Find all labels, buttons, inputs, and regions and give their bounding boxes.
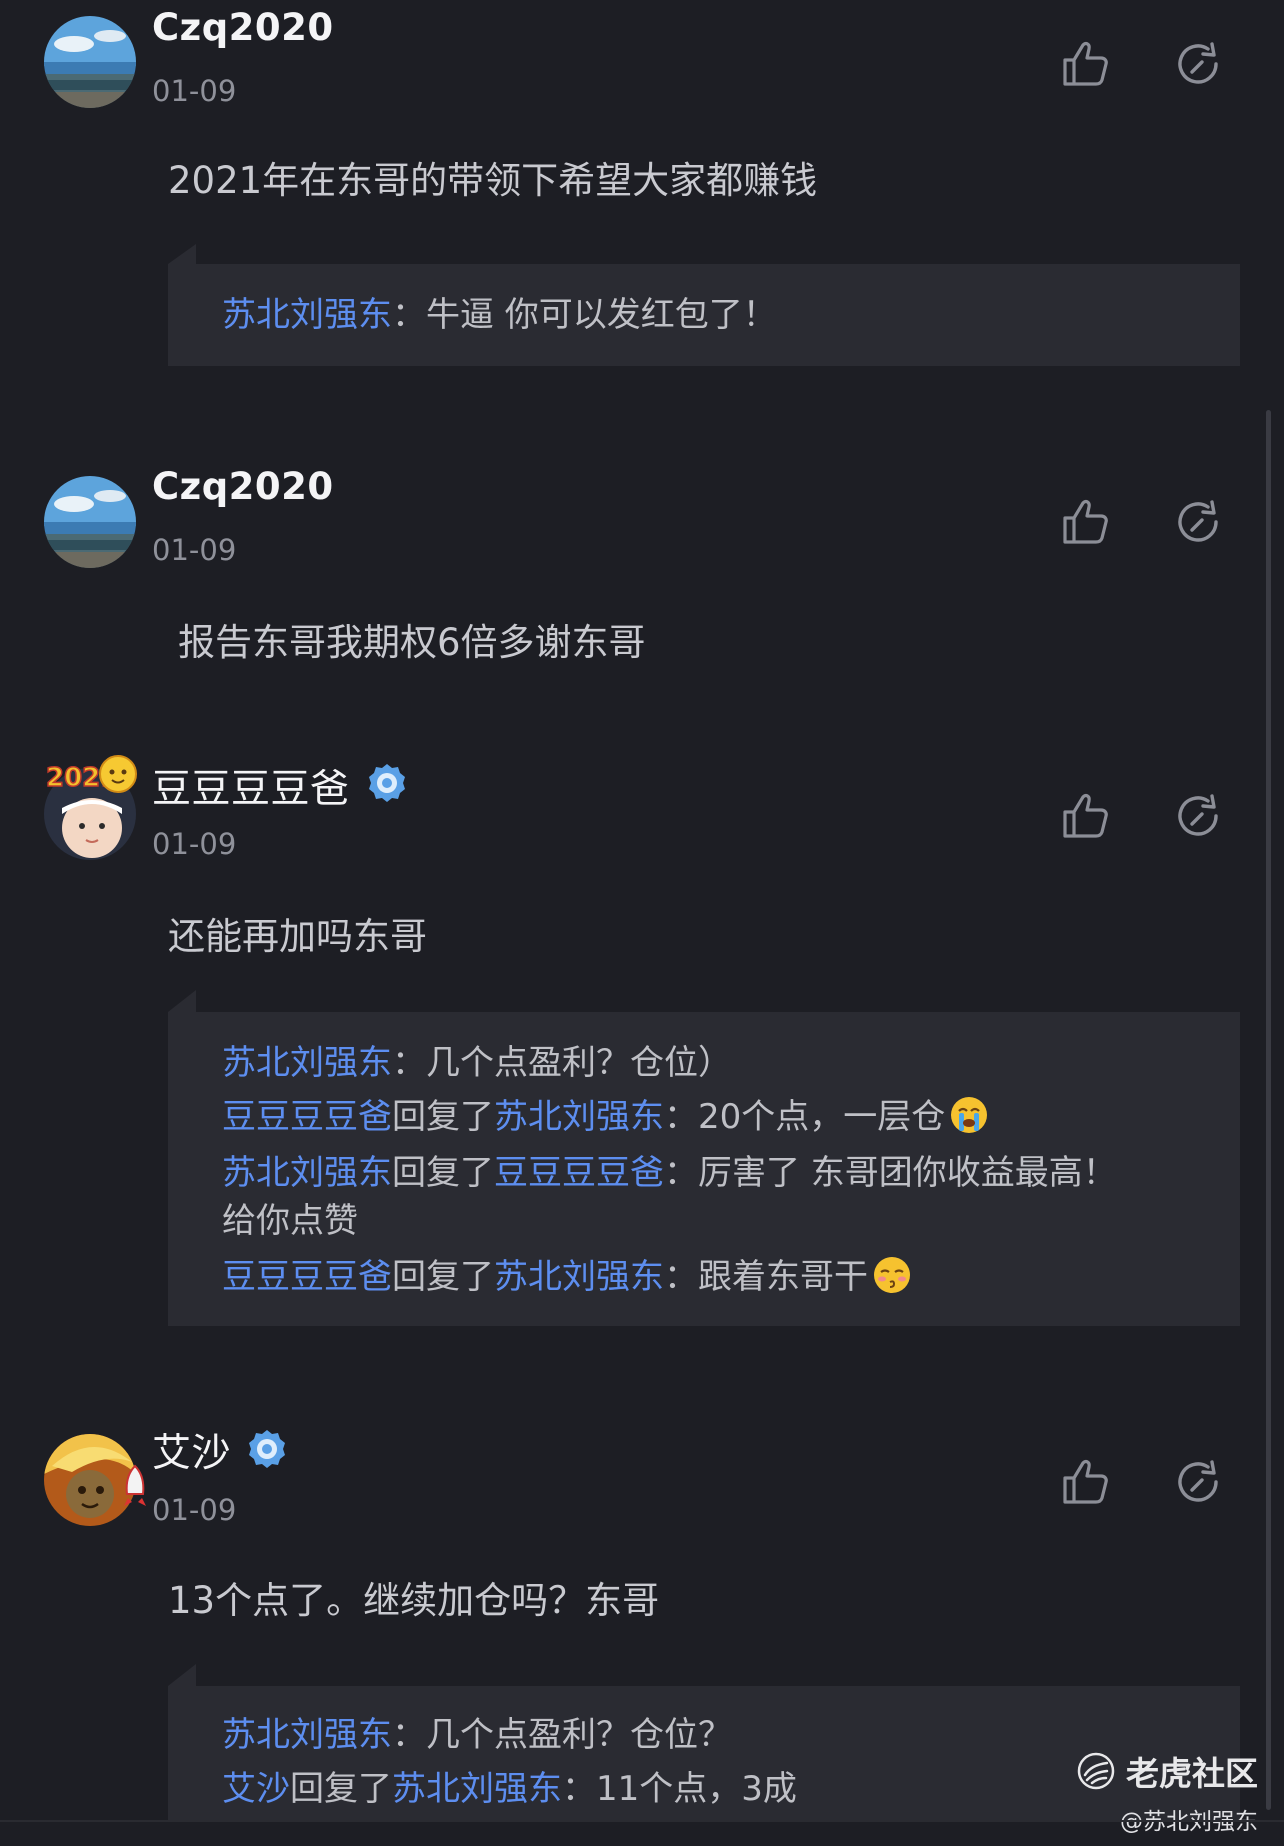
reply-line: 豆豆豆豆爸回复了苏北刘强东：20个点，一层仓 xyxy=(222,1094,989,1140)
username[interactable]: Czq2020 xyxy=(152,465,334,508)
user-avatar[interactable] xyxy=(44,476,136,568)
kissing-emoji-icon xyxy=(874,1257,910,1293)
2021-decoration-icon: 2021 xyxy=(45,755,137,794)
share-icon[interactable] xyxy=(1172,496,1224,548)
reply-line: 艾沙回复了苏北刘强东：11个点，3成 xyxy=(222,1766,797,1812)
reply-line-continuation: 给你点赞 xyxy=(222,1198,358,1244)
reply-line: 苏北刘强东回复了豆豆豆豆爸：厉害了 东哥团你收益最高！ xyxy=(222,1150,1117,1196)
thumbs-up-icon[interactable] xyxy=(1058,790,1110,842)
reply-target-link[interactable]: 豆豆豆豆爸 xyxy=(494,1153,664,1193)
username[interactable]: Czq2020 xyxy=(152,6,334,49)
thumbs-up-icon[interactable] xyxy=(1058,38,1110,90)
reply-line: 苏北刘强东：牛逼 你可以发红包了！ xyxy=(222,292,777,338)
thumbs-up-icon[interactable] xyxy=(1058,496,1110,548)
share-icon[interactable] xyxy=(1172,1456,1224,1508)
comment-date: 01-09 xyxy=(152,533,237,567)
reply-joiner: 回复了 xyxy=(392,1153,494,1193)
comment-text: 报告东哥我期权6倍多谢东哥 xyxy=(178,621,646,664)
reply-separator: ： xyxy=(664,1153,698,1193)
comment-text: 2021年在东哥的带领下希望大家都赚钱 xyxy=(168,159,818,202)
reply-text: 厉害了 东哥团你收益最高！ xyxy=(698,1153,1117,1193)
reply-text: 11个点，3成 xyxy=(596,1769,797,1809)
reply-author-link[interactable]: 苏北刘强东 xyxy=(222,1043,392,1083)
reply-author-link[interactable]: 苏北刘强东 xyxy=(222,295,392,335)
comment-date: 01-09 xyxy=(152,1493,237,1527)
reply-notch xyxy=(168,1664,196,1686)
reply-text: 20个点，一层仓 xyxy=(698,1097,946,1137)
reply-target-link[interactable]: 苏北刘强东 xyxy=(494,1257,664,1297)
reply-text: 几个点盈利？仓位） xyxy=(426,1043,732,1083)
reply-author-link[interactable]: 苏北刘强东 xyxy=(222,1153,392,1193)
reply-separator: ： xyxy=(392,1715,426,1755)
verified-badge-icon xyxy=(249,1430,285,1468)
reply-notch xyxy=(168,990,196,1012)
reply-author-link[interactable]: 艾沙 xyxy=(222,1769,290,1809)
reply-line: 苏北刘强东：几个点盈利？仓位？ xyxy=(222,1712,732,1758)
thumbs-up-icon[interactable] xyxy=(1058,1456,1110,1508)
crying-emoji-icon xyxy=(951,1097,988,1133)
username[interactable]: 豆豆豆豆爸 xyxy=(152,758,350,814)
watermark: 老虎社区 xyxy=(1076,1748,1258,1794)
share-icon[interactable] xyxy=(1172,38,1224,90)
comment-text: 还能再加吗东哥 xyxy=(168,915,427,958)
reply-joiner: 回复了 xyxy=(290,1769,392,1809)
reply-separator: ： xyxy=(664,1097,698,1137)
comment-date: 01-09 xyxy=(152,74,237,108)
comment-text: 13个点了。继续加仓吗？东哥 xyxy=(168,1579,660,1622)
reply-separator: ： xyxy=(392,1043,426,1083)
share-icon[interactable] xyxy=(1172,790,1224,842)
user-avatar[interactable] xyxy=(44,16,136,108)
reply-joiner: 回复了 xyxy=(392,1097,494,1137)
reply-author-link[interactable]: 豆豆豆豆爸 xyxy=(222,1097,392,1137)
reply-separator: ： xyxy=(392,295,426,335)
reply-text: 牛逼 你可以发红包了！ xyxy=(426,295,777,335)
watermark-brand: 老虎社区 xyxy=(1126,1754,1258,1793)
watermark-user: @苏北刘强东 xyxy=(1120,1809,1258,1835)
reply-target-link[interactable]: 苏北刘强东 xyxy=(392,1769,562,1809)
reply-separator: ： xyxy=(562,1769,596,1809)
reply-joiner: 回复了 xyxy=(392,1257,494,1297)
reply-separator: ： xyxy=(664,1257,698,1297)
tiger-logo-icon xyxy=(1077,1752,1115,1790)
reply-notch xyxy=(168,244,196,264)
reply-line: 苏北刘强东：几个点盈利？仓位） xyxy=(222,1040,732,1086)
reply-target-link[interactable]: 苏北刘强东 xyxy=(494,1097,664,1137)
verified-badge-icon xyxy=(369,764,405,802)
divider xyxy=(0,1820,1284,1822)
reply-text: 给你点赞 xyxy=(222,1201,358,1241)
reply-author-link[interactable]: 苏北刘强东 xyxy=(222,1715,392,1755)
reply-author-link[interactable]: 豆豆豆豆爸 xyxy=(222,1257,392,1297)
username[interactable]: 艾沙 xyxy=(152,1422,231,1478)
rocket-decoration-icon xyxy=(124,1464,146,1506)
reply-text: 跟着东哥干 xyxy=(698,1257,868,1297)
comment-date: 01-09 xyxy=(152,827,237,861)
reply-line: 豆豆豆豆爸回复了苏北刘强东：跟着东哥干 xyxy=(222,1254,912,1300)
scrollbar[interactable] xyxy=(1266,410,1271,1810)
reply-text: 几个点盈利？仓位？ xyxy=(426,1715,732,1755)
